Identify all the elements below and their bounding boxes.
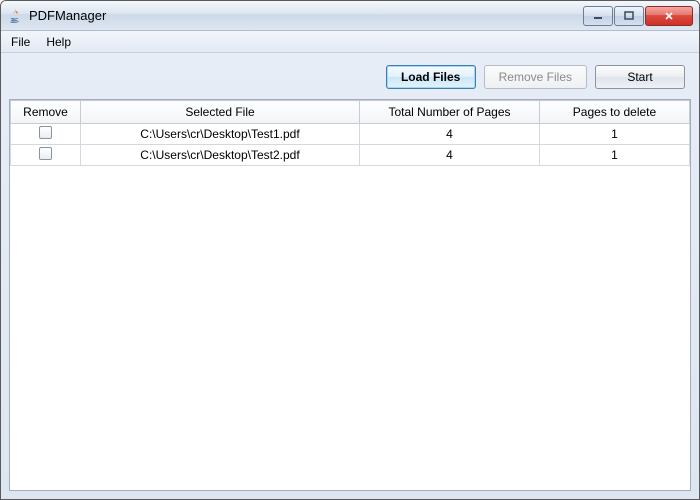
header-remove[interactable]: Remove: [11, 101, 81, 124]
cell-pages[interactable]: 4: [360, 124, 540, 145]
table-row[interactable]: C:\Users\cr\Desktop\Test1.pdf 4 1: [11, 124, 690, 145]
menu-help[interactable]: Help: [42, 33, 75, 51]
remove-checkbox[interactable]: [39, 126, 52, 139]
client-area: Load Files Remove Files Start Remove Sel…: [1, 53, 699, 499]
menubar: File Help: [1, 31, 699, 53]
maximize-button[interactable]: [614, 6, 644, 26]
java-app-icon: [7, 8, 23, 24]
cell-pages[interactable]: 4: [360, 145, 540, 166]
titlebar: PDFManager: [1, 1, 699, 31]
cell-delete[interactable]: 1: [540, 145, 690, 166]
menu-file[interactable]: File: [7, 33, 34, 51]
table-header-row: Remove Selected File Total Number of Pag…: [11, 101, 690, 124]
cell-remove[interactable]: [11, 145, 81, 166]
remove-checkbox[interactable]: [39, 147, 52, 160]
toolbar: Load Files Remove Files Start: [9, 61, 691, 99]
minimize-button[interactable]: [583, 6, 613, 26]
file-table-panel: Remove Selected File Total Number of Pag…: [9, 99, 691, 491]
close-button[interactable]: [645, 6, 693, 26]
start-button[interactable]: Start: [595, 65, 685, 89]
header-selected-file[interactable]: Selected File: [81, 101, 360, 124]
cell-delete[interactable]: 1: [540, 124, 690, 145]
window-title: PDFManager: [29, 8, 583, 23]
remove-files-button[interactable]: Remove Files: [484, 65, 587, 89]
load-files-button[interactable]: Load Files: [386, 65, 476, 89]
window-controls: [583, 6, 693, 26]
table-empty-area: [10, 166, 690, 490]
file-table: Remove Selected File Total Number of Pag…: [10, 100, 690, 166]
header-pages-to-delete[interactable]: Pages to delete: [540, 101, 690, 124]
cell-remove[interactable]: [11, 124, 81, 145]
app-window: PDFManager File Help Load Files Remove F…: [0, 0, 700, 500]
cell-file[interactable]: C:\Users\cr\Desktop\Test1.pdf: [81, 124, 360, 145]
header-total-pages[interactable]: Total Number of Pages: [360, 101, 540, 124]
table-row[interactable]: C:\Users\cr\Desktop\Test2.pdf 4 1: [11, 145, 690, 166]
cell-file[interactable]: C:\Users\cr\Desktop\Test2.pdf: [81, 145, 360, 166]
